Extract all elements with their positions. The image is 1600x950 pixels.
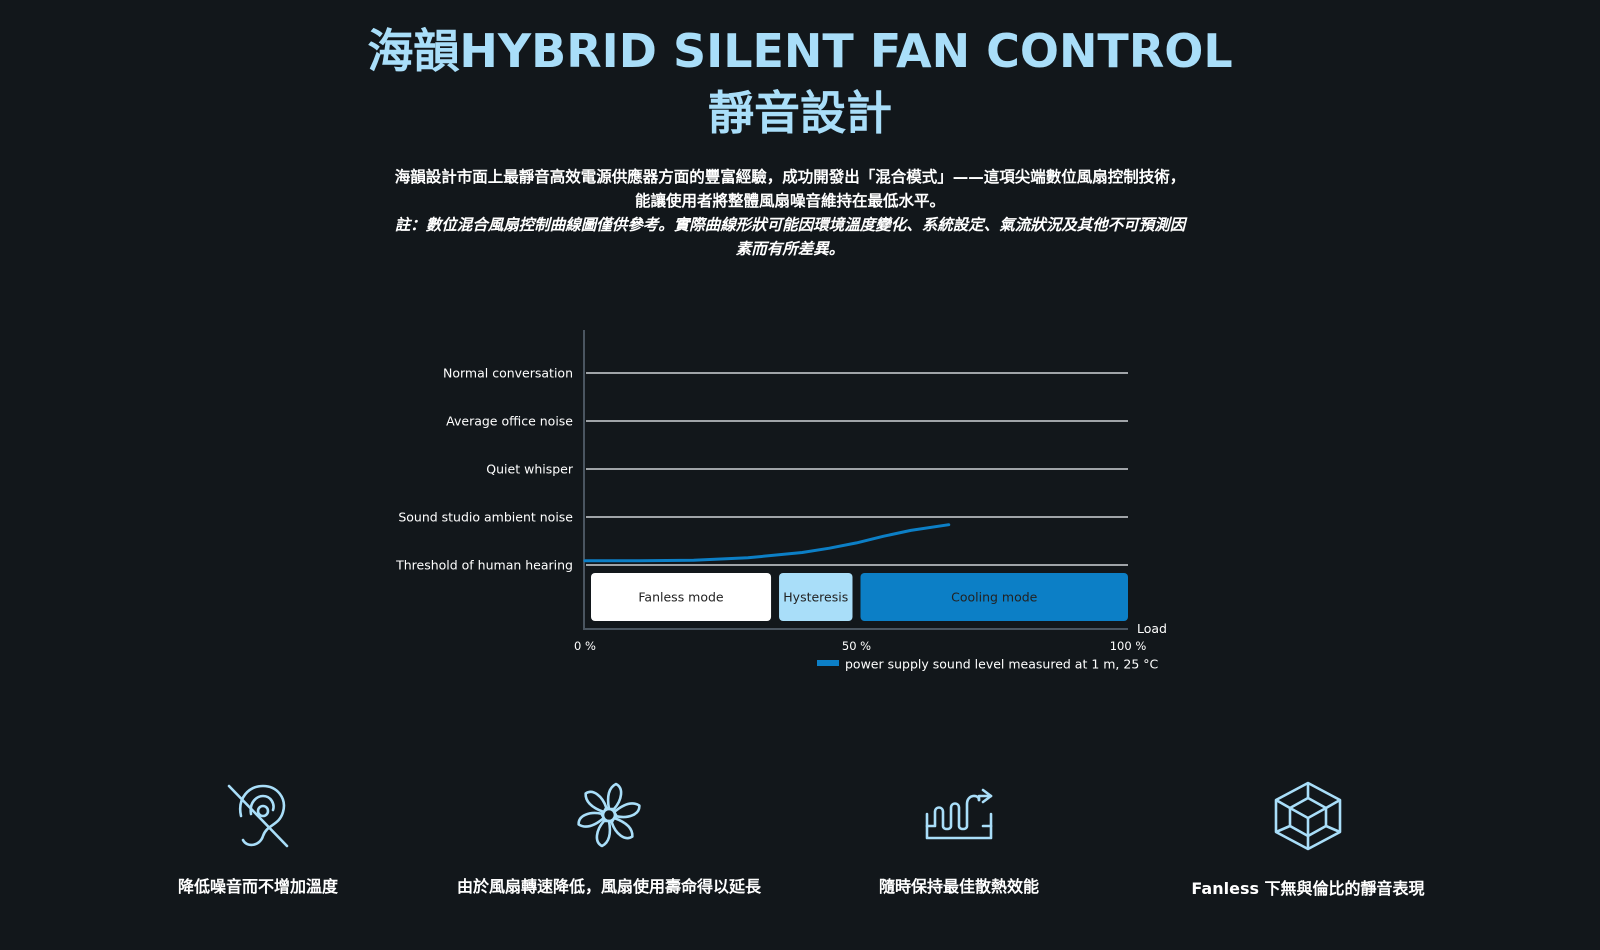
disclaimer-note: 註：數位混合風扇控制曲線圖僅供參考。實際曲線形狀可能因環境溫度變化、系統設定、氣… [394,216,1186,258]
legend-label: power supply sound level measured at 1 m… [845,657,1159,672]
description-text: 海韻設計市面上最靜音高效電源供應器方面的豐富經驗，成功開發出「混合模式」——這項… [394,168,1186,210]
mode-label: Fanless mode [638,590,724,605]
fan-noise-chart: Threshold of human hearing Sound studio a… [395,330,1167,672]
x-tick-label: 50 % [842,639,871,653]
feature-label: 由於風扇轉速降低，風扇使用壽命得以延長 [456,877,761,896]
page-title-line2: 靜音設計 [708,86,892,140]
features-row: 降低噪音而不增加溫度 由於風扇轉速降低，風扇使用壽命得以延長 隨時保持最佳散熱效… [0,780,1600,950]
feature-item: 降低噪音而不增加溫度 [78,780,438,898]
x-axis-label: Load [1137,621,1167,636]
page-title-line1: 海韻HYBRID SILENT FAN CONTROL [367,24,1233,78]
legend-swatch [817,660,839,666]
heat-dissipation-icon [925,788,993,840]
y-level-label: Sound studio ambient noise [398,510,573,525]
series-line [583,523,951,563]
y-level-label: Average office noise [446,414,573,429]
feature-label: 降低噪音而不增加溫度 [177,877,338,896]
x-tick-label: 0 % [574,639,596,653]
fan-icon [574,782,644,848]
no-hearing-icon [227,784,289,848]
cube-icon [1274,781,1342,851]
feature-item: 由於風扇轉速降低，風扇使用壽命得以延長 [429,780,789,898]
y-level-label: Quiet whisper [486,462,574,477]
y-level-label: Normal conversation [443,366,573,381]
y-level-label: Threshold of human hearing [395,558,573,573]
feature-item: 隨時保持最佳散熱效能 [779,780,1139,898]
feature-label: Fanless 下無與倫比的靜音表現 [1191,879,1425,898]
mode-label: Hysteresis [783,590,848,605]
mode-label: Cooling mode [951,590,1038,605]
x-tick-label: 100 % [1110,639,1147,653]
feature-label: 隨時保持最佳散熱效能 [878,877,1039,896]
feature-item: Fanless 下無與倫比的靜音表現 [1128,780,1488,900]
